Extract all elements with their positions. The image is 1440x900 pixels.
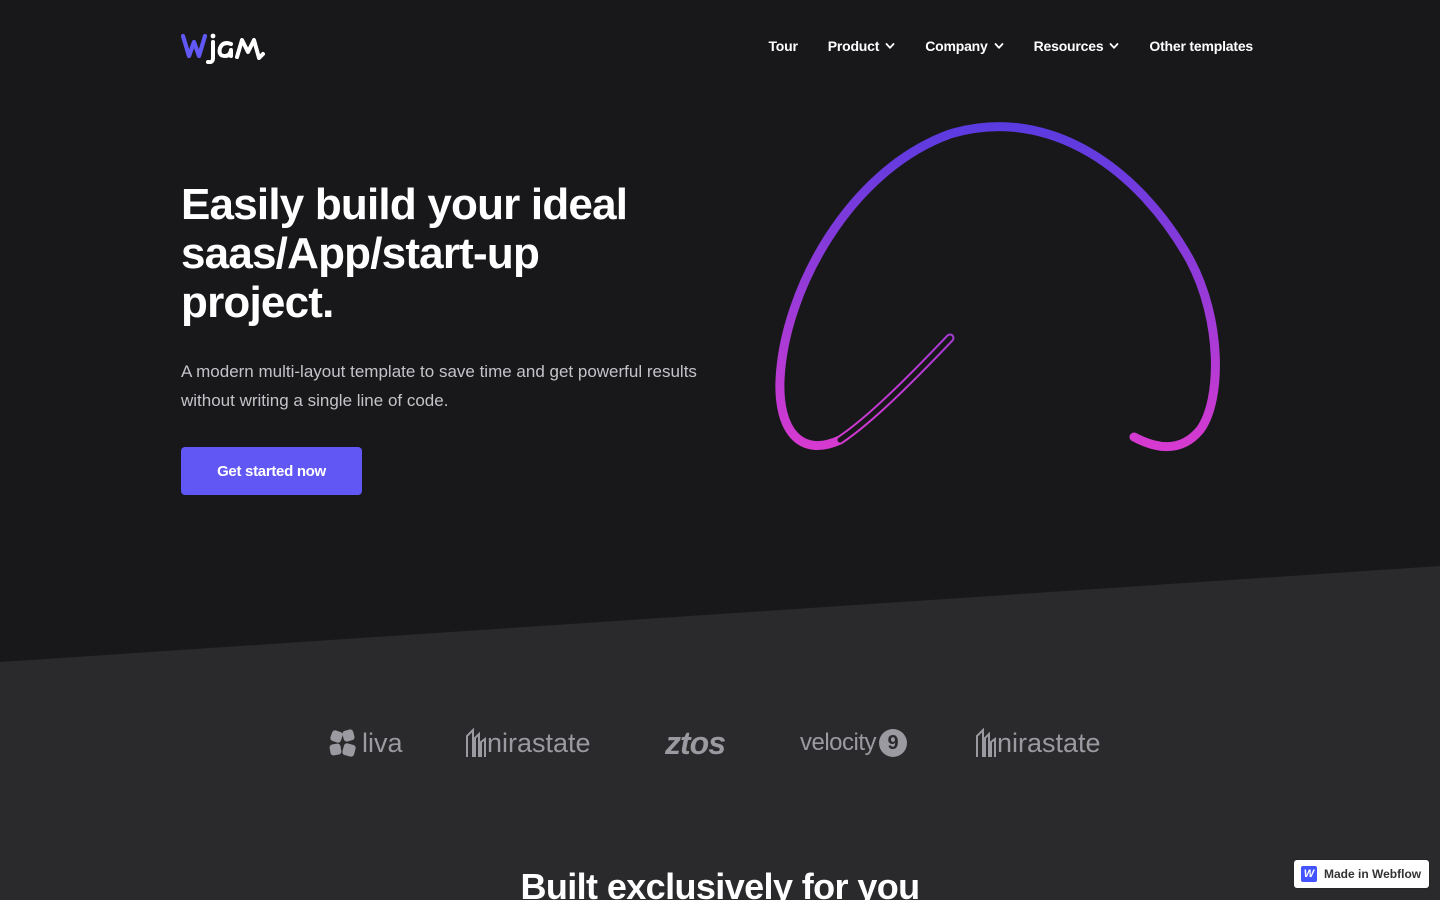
page: Tour Product Company Resources Other tem…	[0, 0, 1440, 900]
logo-nirastate-text: nirastate	[997, 727, 1101, 758]
section-title: Built exclusively for you	[520, 866, 920, 900]
nav-resources-label: Resources	[1033, 38, 1104, 54]
chevron-down-icon	[994, 43, 1004, 49]
nav-company[interactable]: Company	[925, 38, 1004, 54]
hero-title: Easily build your ideal saas/App/start-u…	[181, 180, 628, 327]
hero-subtitle: A modern multi-layout template to save t…	[181, 362, 697, 410]
nav-resources[interactable]: Resources	[1034, 38, 1120, 54]
nav-other-templates-label: Other templates	[1149, 38, 1253, 54]
site-header: Tour Product Company Resources Other tem…	[181, 24, 1253, 68]
logo-velocity-text: velocity	[800, 729, 877, 756]
logo-velocity: velocity 9	[800, 720, 908, 766]
building-icon	[466, 728, 486, 757]
nav-other-templates[interactable]: Other templates	[1149, 38, 1253, 54]
logo-liva-text: liva	[362, 727, 403, 758]
velocity-badge: 9	[879, 729, 908, 757]
building-icon	[976, 728, 996, 757]
main-nav: Tour Product Company Resources Other tem…	[768, 38, 1253, 54]
logo-nirastate: nirastate	[465, 720, 591, 766]
client-logos: liva nirastate ztos velocity 9 nirastate	[0, 720, 1440, 766]
logo-nirastate-text: nirastate	[487, 727, 591, 758]
nav-product[interactable]: Product	[828, 38, 896, 54]
liva-mark-icon	[329, 729, 356, 757]
swirl-illustration	[775, 122, 1220, 452]
nav-tour[interactable]: Tour	[768, 38, 797, 54]
webflow-badge-label: Made in Webflow	[1324, 867, 1422, 881]
logo-nirastate: nirastate	[975, 720, 1101, 766]
nav-tour-label: Tour	[768, 38, 798, 54]
get-started-button[interactable]: Get started now	[181, 447, 362, 495]
chevron-down-icon	[885, 43, 895, 49]
chevron-down-icon	[1110, 43, 1119, 49]
brand-logo[interactable]	[181, 24, 281, 68]
nav-product-label: Product	[827, 38, 880, 54]
webflow-icon: W	[1301, 866, 1317, 882]
logo-ztos: ztos	[665, 720, 726, 766]
wjam-logo-icon	[181, 33, 265, 64]
nav-company-label: Company	[925, 38, 988, 54]
logo-liva: liva	[328, 720, 403, 766]
made-in-webflow-badge[interactable]: W Made in Webflow	[1294, 860, 1429, 888]
logo-ztos-text: ztos	[665, 724, 726, 761]
